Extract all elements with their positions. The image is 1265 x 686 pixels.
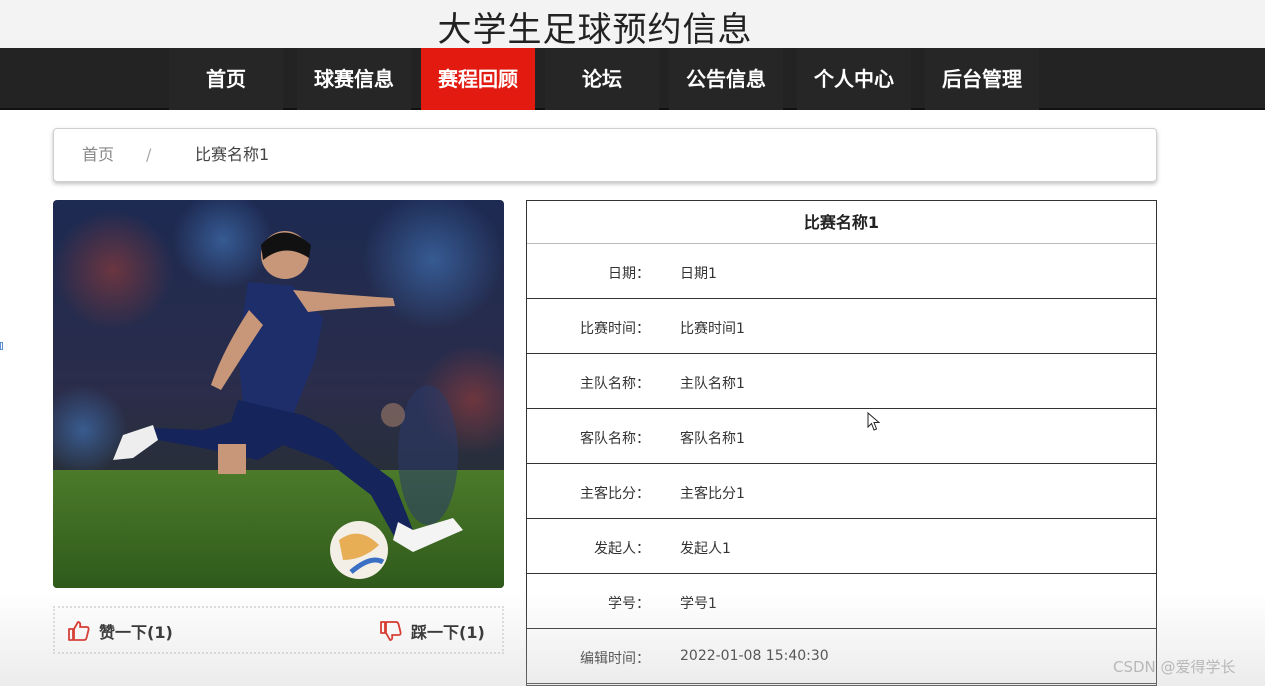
nav-item-home[interactable]: 首页	[169, 48, 283, 110]
main-nav: 首页 球赛信息 赛程回顾 论坛 公告信息 个人中心 后台管理	[0, 48, 1265, 110]
nav-item-match-review[interactable]: 赛程回顾	[421, 48, 535, 110]
soccer-player-image	[53, 200, 504, 588]
watermark: CSDN @爱得学长	[1113, 658, 1236, 676]
thumbs-up-icon	[68, 621, 90, 641]
detail-label: 编辑时间：	[580, 651, 650, 667]
detail-row-away-team: 客队名称： 客队名称1	[527, 409, 1156, 464]
detail-value: 日期1	[680, 266, 717, 282]
nav-item-announcements[interactable]: 公告信息	[669, 48, 783, 110]
vote-bar: 赞一下(1) 踩一下(1)	[53, 606, 504, 654]
dislike-label: 踩一下(1)	[411, 623, 485, 642]
breadcrumb-home-link[interactable]: 首页	[82, 129, 114, 181]
detail-row-match-time: 比赛时间： 比赛时间1	[527, 299, 1156, 354]
detail-value: 客队名称1	[680, 431, 745, 447]
nav-item-personal-center[interactable]: 个人中心	[797, 48, 911, 110]
breadcrumb-separator: /	[146, 145, 152, 164]
detail-label: 主客比分：	[580, 486, 650, 502]
match-title: 比赛名称1	[527, 201, 1156, 244]
dislike-button[interactable]: 踩一下(1)	[379, 619, 485, 643]
nav-item-admin[interactable]: 后台管理	[925, 48, 1039, 110]
like-label: 赞一下(1)	[99, 623, 173, 642]
detail-value: 主队名称1	[680, 376, 745, 392]
detail-label: 发起人：	[594, 541, 650, 557]
detail-value: 学号1	[680, 596, 717, 612]
like-button[interactable]: 赞一下(1)	[67, 619, 173, 643]
detail-value: 比赛时间1	[680, 321, 745, 337]
thumbs-down-icon	[380, 621, 402, 641]
match-photo	[53, 200, 504, 588]
detail-label: 日期：	[608, 266, 650, 282]
site-header: 大学生足球预约信息	[0, 0, 1265, 50]
detail-row-score: 主客比分： 主客比分1	[527, 464, 1156, 519]
mouse-cursor-icon	[867, 412, 881, 431]
detail-label: 比赛时间：	[580, 321, 650, 337]
detail-row-initiator: 发起人： 发起人1	[527, 519, 1156, 574]
detail-row-student-id: 学号： 学号1	[527, 574, 1156, 629]
detail-label: 主队名称：	[580, 376, 650, 392]
detail-row-edit-time: 编辑时间： 2022-01-08 15:40:30	[527, 629, 1156, 684]
nav-item-match-info[interactable]: 球赛信息	[297, 48, 411, 110]
detail-label: 学号：	[608, 596, 650, 612]
nav-item-forum[interactable]: 论坛	[545, 48, 659, 110]
match-details-table: 比赛名称1 日期： 日期1 比赛时间： 比赛时间1 主队名称： 主队名称1 客队…	[526, 200, 1157, 686]
detail-row-home-team: 主队名称： 主队名称1	[527, 354, 1156, 409]
breadcrumb-current: 比赛名称1	[195, 145, 270, 164]
detail-label: 客队名称：	[580, 431, 650, 447]
detail-row-date: 日期： 日期1	[527, 244, 1156, 299]
breadcrumb: 首页 / 比赛名称1	[53, 128, 1157, 182]
detail-value: 2022-01-08 15:40:30	[680, 648, 829, 664]
detail-value: 发起人1	[680, 541, 731, 557]
edge-marker	[0, 342, 3, 350]
site-title: 大学生足球预约信息	[437, 10, 753, 50]
detail-value: 主客比分1	[680, 486, 745, 502]
